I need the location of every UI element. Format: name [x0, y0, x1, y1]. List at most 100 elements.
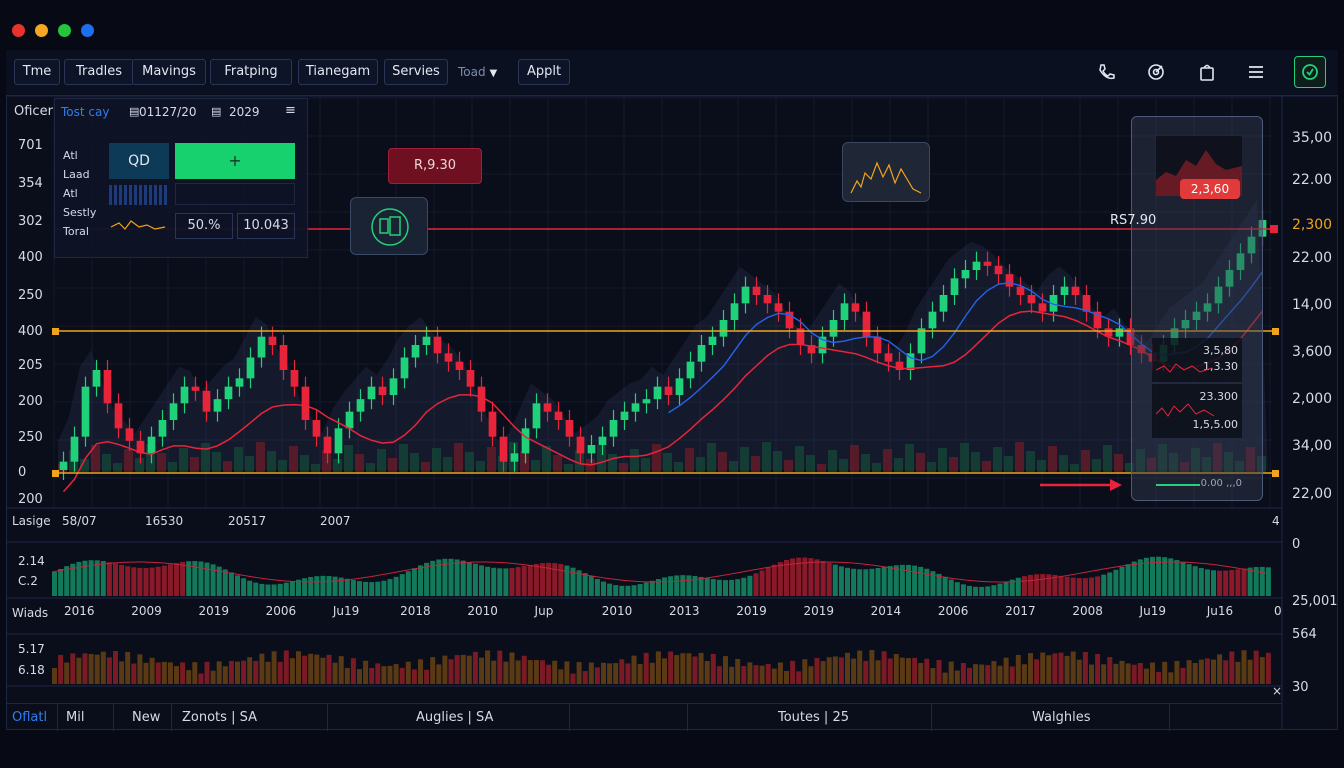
volume-panel-bar — [869, 650, 875, 684]
volume-bar — [399, 444, 408, 472]
panel-row-label: Sestly — [63, 206, 97, 219]
volume-panel-bar — [320, 657, 326, 684]
mid-bar — [710, 579, 716, 596]
mid-bar — [314, 576, 320, 596]
volume-panel-bar — [253, 660, 259, 684]
mid-bar — [283, 582, 289, 596]
candle-body — [631, 403, 640, 412]
volume-panel-bar — [680, 653, 686, 684]
mid-right-bottom: 25,001 — [1292, 594, 1338, 609]
tab-today[interactable]: Tost cay — [61, 105, 109, 119]
volume-panel-bar — [1174, 660, 1180, 684]
mid-bar — [472, 563, 478, 596]
bottom-tab-mil[interactable]: Mil — [58, 704, 114, 731]
volume-bar — [300, 455, 309, 472]
volume-panel-bar — [466, 655, 472, 684]
mid-year-tick: 2006 — [937, 604, 969, 618]
green-bar[interactable]: + — [175, 143, 295, 179]
volume-panel-bar — [991, 661, 997, 684]
volume-panel-bar — [619, 659, 625, 684]
volume-panel-bar — [655, 651, 661, 684]
volume-bar — [553, 455, 562, 472]
mid-bar — [765, 567, 771, 596]
candle-body — [708, 336, 717, 345]
candle-body — [301, 386, 310, 420]
bottom-tab-walghles[interactable]: Walghles — [932, 704, 1170, 731]
mid-bar — [845, 567, 850, 596]
x-axis-marker: 4 — [1272, 514, 1280, 528]
volume-panel-bar — [125, 651, 131, 684]
mid-year-tick: 2019 — [736, 604, 767, 618]
volume-panel-bar — [540, 660, 545, 684]
candle-body — [323, 436, 332, 454]
close-icon[interactable]: × — [1272, 684, 1282, 698]
volume-panel-bar — [954, 670, 960, 684]
mid-bar — [235, 575, 240, 596]
bottom-tab-oflatl[interactable]: Oflatl — [6, 704, 58, 731]
volume-panel-bar — [643, 652, 649, 684]
volume-panel-bar — [918, 662, 924, 684]
mid-bar — [253, 582, 259, 596]
mid-bar — [893, 565, 899, 596]
qd-button[interactable]: QD — [109, 143, 169, 179]
panel-row-label: Atl — [63, 149, 78, 162]
volume-panel-bar — [1070, 651, 1076, 684]
candle-body — [147, 436, 156, 454]
x-axis-title: Lasige — [12, 514, 51, 528]
mini-field[interactable] — [175, 183, 295, 205]
value-field[interactable]: 10.043 — [237, 213, 295, 239]
volume-panel-bar — [1143, 668, 1149, 684]
volume-panel-bar — [1211, 659, 1216, 684]
volume-panel-bar — [924, 658, 930, 684]
mid-bar — [1192, 566, 1198, 596]
mid-bar — [674, 575, 680, 596]
volume-panel-bar — [381, 666, 387, 684]
note-icon: ▤ — [211, 105, 222, 118]
bottom-tab-auglies[interactable]: Auglies | SA — [328, 704, 570, 731]
mid-bar — [625, 585, 631, 596]
candle-body — [774, 303, 783, 312]
mid-bar — [247, 580, 253, 596]
volume-bar — [971, 452, 980, 472]
mid-bar — [838, 566, 844, 596]
bottom-tab-zonots[interactable]: Zonots | SA — [172, 704, 328, 731]
volume-panel-bar — [777, 662, 783, 684]
volume-panel-bar — [277, 661, 283, 684]
volume-bar — [784, 460, 793, 472]
mid-bar — [100, 561, 106, 596]
volume-panel-bar — [448, 659, 454, 684]
mid-year-tick: 2010 — [467, 604, 498, 618]
bottom-tab-empty[interactable] — [570, 704, 688, 731]
bottom-tab-toutes[interactable]: Toutes | 25 — [688, 704, 932, 731]
widget-callout[interactable] — [350, 197, 428, 255]
volume-panel-bar — [1125, 663, 1131, 684]
volume-panel-bar — [1095, 653, 1101, 684]
mid-bar — [759, 570, 765, 596]
candle-body — [1005, 274, 1014, 287]
panel-menu-icon[interactable]: ≡ — [285, 103, 296, 118]
mid-bar — [302, 578, 308, 596]
volume-panel-bar — [820, 661, 826, 684]
mid-bar — [448, 558, 454, 596]
volume-panel-bar — [241, 660, 247, 684]
volume-panel-bar — [338, 656, 344, 684]
candle-body — [422, 336, 431, 345]
volume-panel-bar — [1082, 652, 1088, 684]
volume-panel-bar — [808, 666, 814, 684]
mid-bar — [533, 563, 539, 596]
volume-panel-bar — [1064, 655, 1070, 684]
candle-body — [224, 386, 233, 400]
volume-bar — [256, 442, 265, 472]
sparkline-popup[interactable] — [842, 142, 930, 202]
percent-field[interactable]: 50.% — [175, 213, 233, 239]
volume-bar — [663, 453, 672, 472]
volume-bar — [707, 443, 716, 472]
vol-panel-value: 5.17 — [18, 642, 45, 656]
volume-panel-bar — [100, 651, 106, 684]
bottom-tab-new[interactable]: New — [114, 704, 172, 731]
volume-panel-bar — [1003, 657, 1009, 684]
volume-panel-bar — [649, 662, 655, 684]
volume-bar — [982, 461, 991, 472]
mid-bar — [680, 575, 686, 596]
volume-bar — [839, 459, 848, 472]
